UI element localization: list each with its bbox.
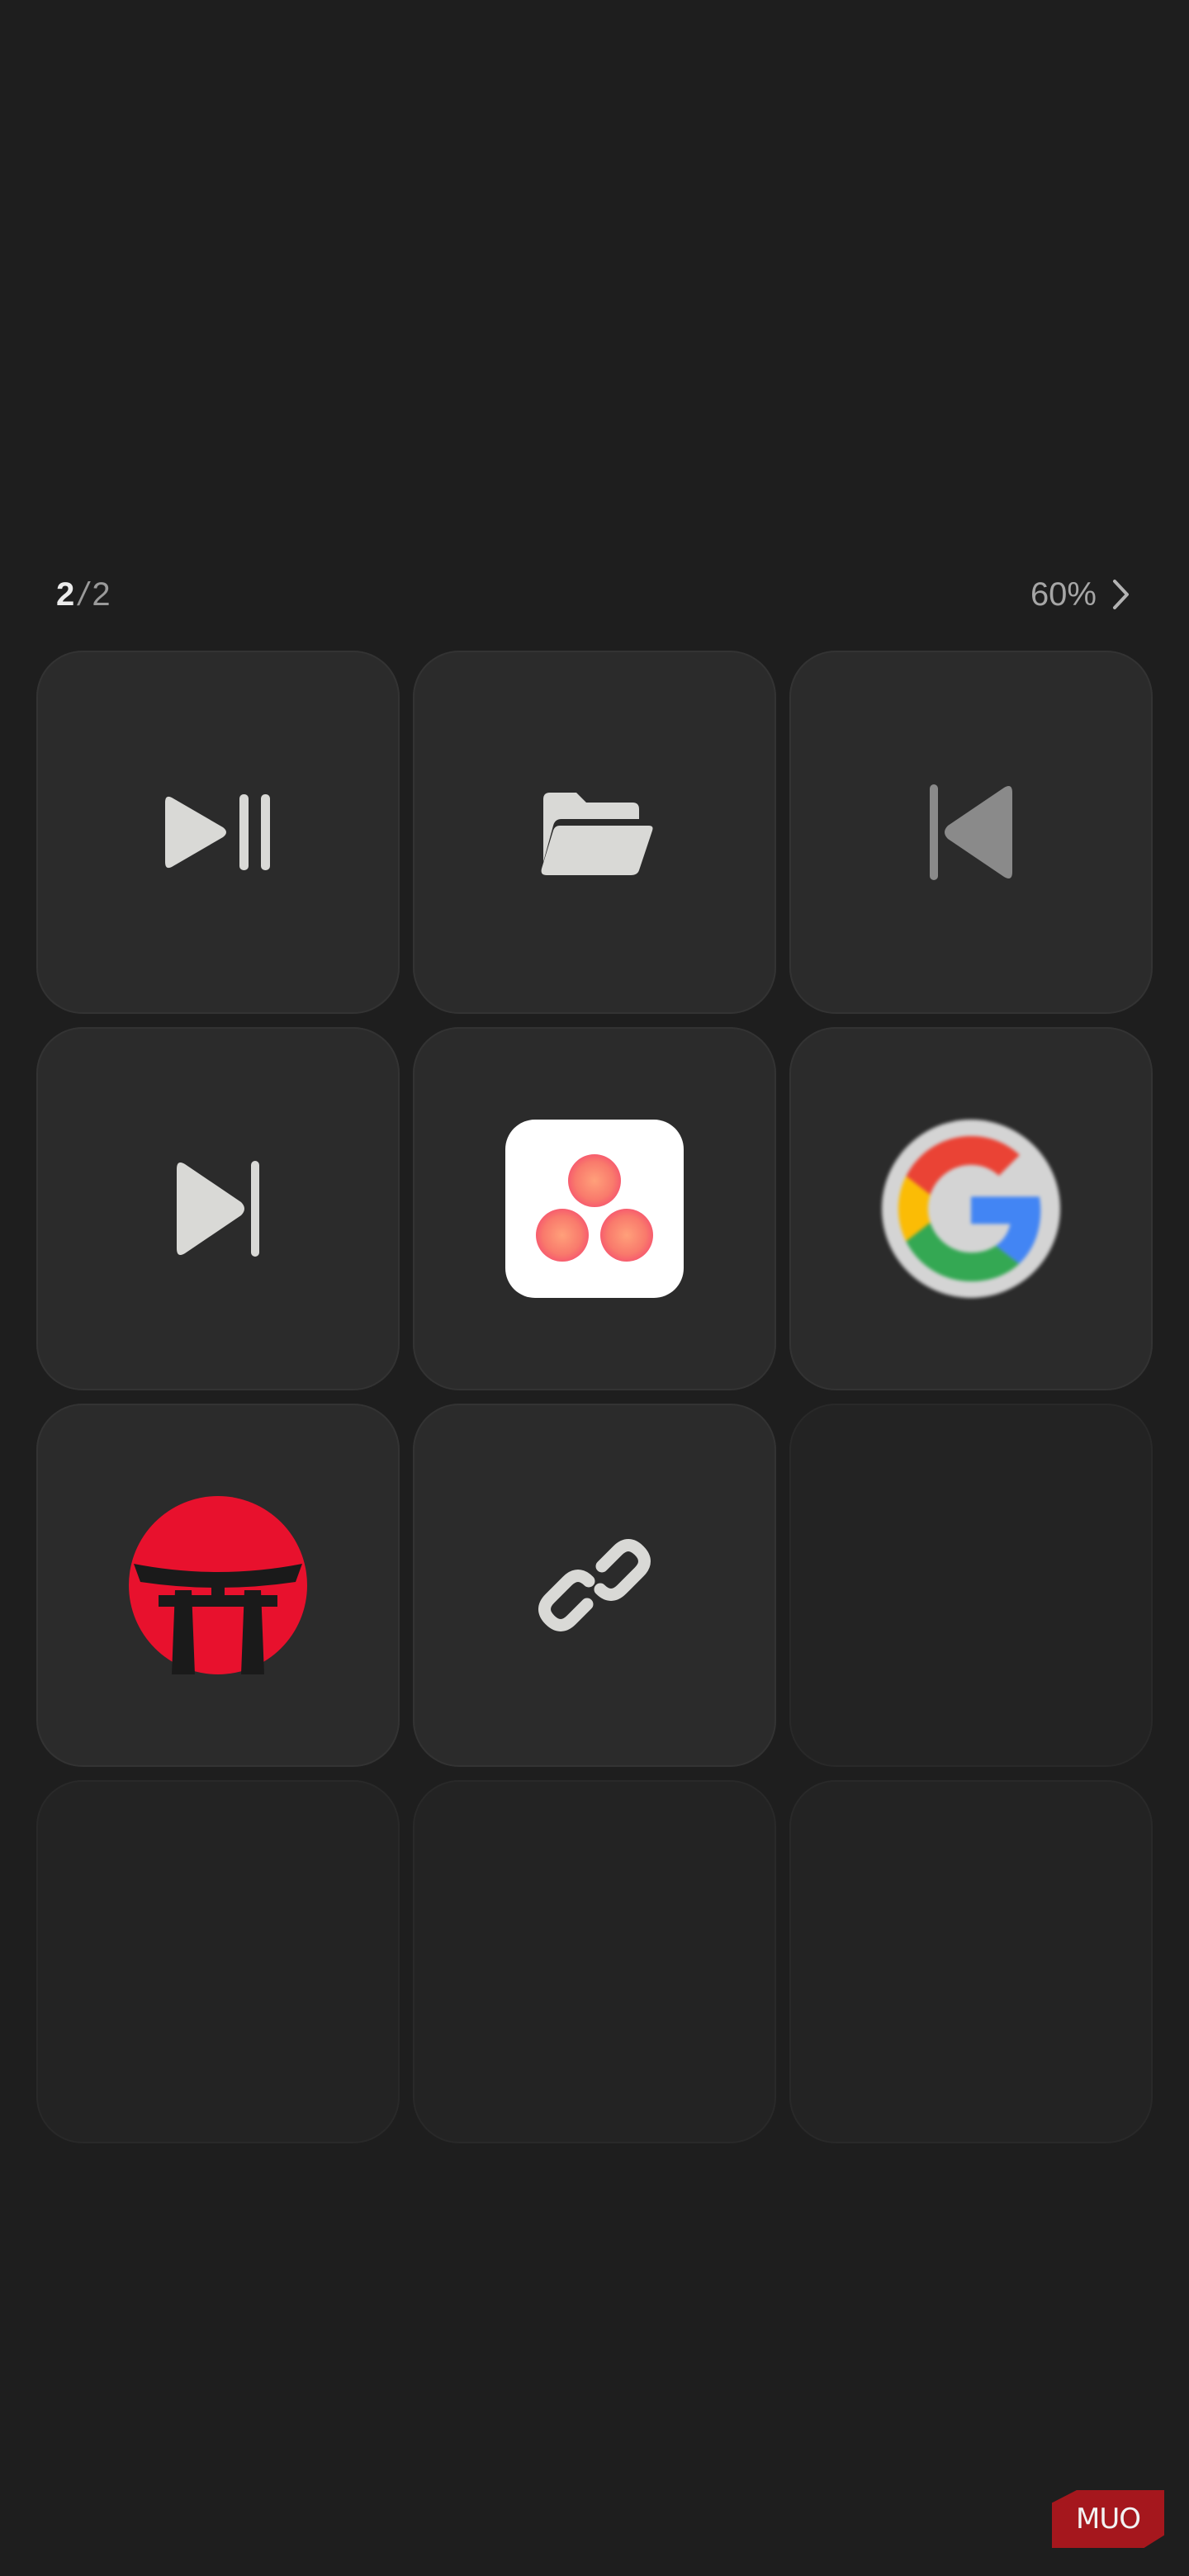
tile-play-pause[interactable] [36, 651, 400, 1014]
tile-link[interactable] [413, 1404, 776, 1767]
tile-google[interactable] [789, 1027, 1153, 1390]
zoom-button[interactable]: 60% [1030, 575, 1133, 614]
tile-empty [789, 1780, 1153, 2143]
skip-next-icon [177, 1161, 259, 1257]
tile-empty [789, 1404, 1153, 1767]
tile-skip-next[interactable] [36, 1027, 400, 1390]
tile-open-folder[interactable] [413, 651, 776, 1014]
page-current: 2 [56, 576, 76, 613]
asana-app-icon [505, 1120, 684, 1298]
skip-previous-icon [930, 784, 1012, 880]
page-total: 2 [92, 576, 111, 613]
link-icon [538, 1539, 651, 1631]
page-toolbar: 2/2 60% [0, 570, 1189, 619]
watermark-text: MUO [1076, 2503, 1141, 2536]
folder-open-icon [541, 793, 653, 875]
tile-empty [413, 1780, 776, 2143]
page-indicator: 2/2 [56, 575, 111, 614]
google-app-icon [882, 1120, 1060, 1298]
torii-gate-app-icon [129, 1496, 307, 1674]
tile-empty [36, 1780, 400, 2143]
page-separator: / [78, 576, 89, 613]
tile-skip-previous[interactable] [789, 651, 1153, 1014]
play-pause-icon [165, 794, 270, 870]
muo-watermark: MUO [1052, 2490, 1164, 2548]
chevron-right-icon [1113, 580, 1129, 609]
tile-torii[interactable] [36, 1404, 400, 1767]
button-grid [36, 651, 1153, 2143]
tile-asana[interactable] [413, 1027, 776, 1390]
zoom-level: 60% [1030, 576, 1097, 613]
